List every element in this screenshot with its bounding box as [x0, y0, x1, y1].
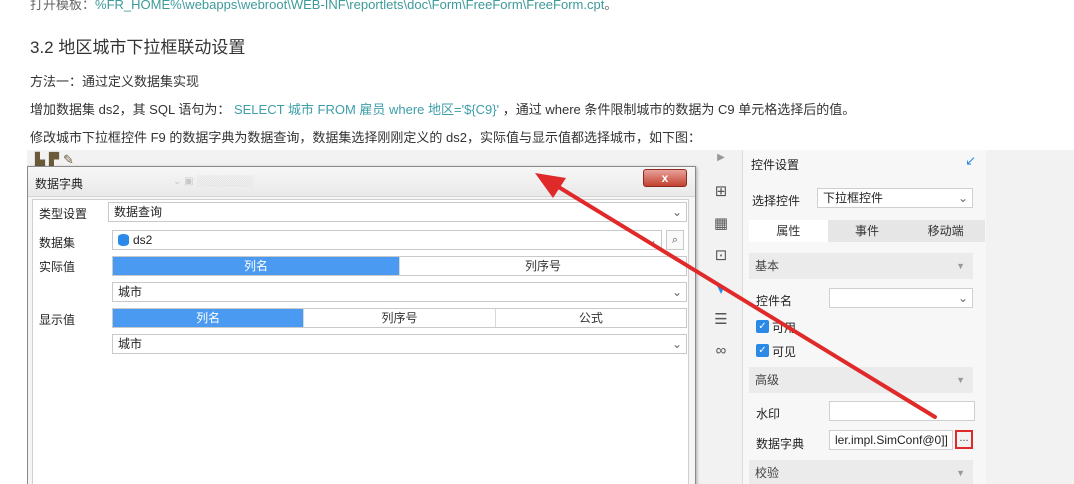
- arrow-head: [535, 173, 566, 198]
- annotation-arrow: [535, 173, 937, 419]
- arrow-shaft: [550, 181, 937, 419]
